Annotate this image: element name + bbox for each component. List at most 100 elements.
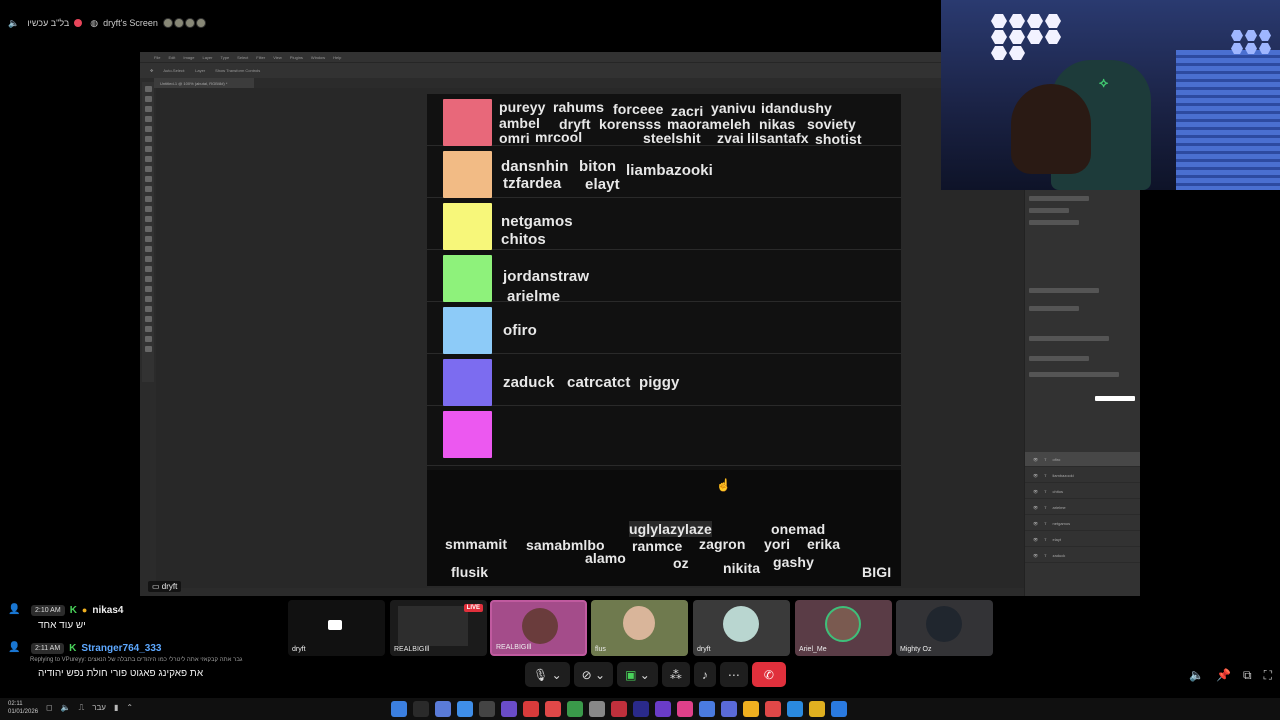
- taskbar-app-icon[interactable]: [391, 701, 407, 717]
- tier-row: zaduck catrcatct piggy: [427, 354, 901, 406]
- participant-tile[interactable]: flus: [591, 600, 688, 656]
- call-header: 🔈 בל"ב עכשיו ◍ dryft's Screen: [0, 0, 940, 46]
- ps-menu-item[interactable]: Filter: [256, 55, 265, 60]
- taskbar-app-icon[interactable]: [787, 701, 803, 717]
- layer-row[interactable]: 👁 Tofiro: [1025, 452, 1140, 467]
- speaker-icon[interactable]: 🔈: [8, 18, 19, 29]
- taskbar-app-icon[interactable]: [567, 701, 583, 717]
- tier-name: zvai: [717, 130, 744, 146]
- ps-menu-item[interactable]: Layer: [202, 55, 212, 60]
- participant-tile[interactable]: REALBIGIll: [490, 600, 587, 656]
- photoshop-toolbar: [142, 82, 154, 382]
- taskbar-app-icon[interactable]: [479, 701, 495, 717]
- camera-button[interactable]: ⊘ ⌄: [573, 662, 614, 687]
- notification-icon[interactable]: ◻: [46, 703, 53, 713]
- chat-username[interactable]: nikas4: [92, 605, 123, 616]
- visibility-icon[interactable]: 👁: [1033, 489, 1038, 494]
- taskbar-app-icon[interactable]: [677, 701, 693, 717]
- pool-name: BIGI: [862, 564, 892, 580]
- ps-menu-item[interactable]: View: [273, 55, 282, 60]
- reply-preview: Replying to VPureyy: גבר אתה קבקאזי אתה …: [30, 657, 243, 663]
- taskbar-app-icon[interactable]: [831, 701, 847, 717]
- more-icon: ⋯: [727, 667, 740, 682]
- channel-pill[interactable]: בל"ב עכשיו: [27, 18, 83, 28]
- more-button[interactable]: ⋯: [719, 662, 748, 687]
- ps-menu-item[interactable]: Select: [237, 55, 248, 60]
- volume-icon[interactable]: 🔈: [1189, 668, 1204, 683]
- disconnect-button[interactable]: ✆: [751, 662, 786, 687]
- tier-name: netgamos: [501, 213, 573, 230]
- webcam-feed[interactable]: ⟡: [941, 0, 1280, 190]
- ps-menu-item[interactable]: Edit: [168, 55, 175, 60]
- taskbar-app-icon[interactable]: [435, 701, 451, 717]
- layer-row[interactable]: 👁 Tnetgamos: [1025, 516, 1140, 531]
- visibility-icon[interactable]: 👁: [1033, 457, 1038, 462]
- taskbar-app-icon[interactable]: [699, 701, 715, 717]
- participant-tile[interactable]: Ariel_Me: [795, 600, 892, 656]
- layer-name: netgamos: [1052, 520, 1071, 526]
- visibility-icon[interactable]: 👁: [1033, 473, 1038, 478]
- taskbar-app-icon[interactable]: [743, 701, 759, 717]
- tier-name: biton: [579, 158, 617, 175]
- screen-icon: ◍: [90, 17, 99, 28]
- visibility-icon[interactable]: 👁: [1033, 553, 1038, 558]
- ps-menu-item[interactable]: Type: [221, 55, 230, 60]
- ps-menu-item[interactable]: File: [154, 55, 160, 60]
- layer-row[interactable]: 👁 Tarielme: [1025, 500, 1140, 515]
- pool-name: yori: [764, 536, 791, 552]
- participant-tile[interactable]: LIVE REALBIGIll: [390, 600, 487, 656]
- taskbar-app-icon[interactable]: [523, 701, 539, 717]
- language-indicator[interactable]: עבר: [92, 703, 106, 713]
- chat-username[interactable]: Stranger764_333: [81, 643, 161, 654]
- clock[interactable]: 02:11 01/01/2026: [8, 700, 38, 716]
- visibility-icon[interactable]: 👁: [1033, 537, 1038, 542]
- chevron-up-icon[interactable]: ⌃: [126, 703, 133, 713]
- taskbar-app-icon[interactable]: [501, 701, 517, 717]
- taskbar-app-icon[interactable]: [655, 701, 671, 717]
- taskbar-app-icon[interactable]: [765, 701, 781, 717]
- speaker-icon[interactable]: 🔈: [61, 703, 71, 713]
- taskbar-app-icon[interactable]: [457, 701, 473, 717]
- ps-menu-item[interactable]: Plugins: [290, 55, 303, 60]
- ps-menu-item[interactable]: Image: [183, 55, 194, 60]
- taskbar-app-icon[interactable]: [413, 701, 429, 717]
- taskbar-app-icon[interactable]: [589, 701, 605, 717]
- user-avatar-icon: 👤: [8, 642, 21, 653]
- participant-tile[interactable]: Mighty Oz: [896, 600, 993, 656]
- microphone-button[interactable]: 🎙 ⌄: [525, 662, 570, 687]
- ps-menu-item[interactable]: Help: [333, 55, 341, 60]
- popout-icon[interactable]: ⧉: [1243, 668, 1252, 683]
- pool-name: alamo: [585, 550, 626, 566]
- ps-menu-item[interactable]: Window: [311, 55, 325, 60]
- taskbar-app-icon[interactable]: [611, 701, 627, 717]
- visibility-icon[interactable]: 👁: [1033, 505, 1038, 510]
- pin-icon[interactable]: 📌: [1216, 668, 1231, 683]
- layer-row[interactable]: 👁 Telayt: [1025, 532, 1140, 547]
- taskbar-app-icon[interactable]: [633, 701, 649, 717]
- taskbar-app-icon[interactable]: [809, 701, 825, 717]
- taskbar-app-icon[interactable]: [721, 701, 737, 717]
- layer-row[interactable]: 👁 Tliambazooki: [1025, 468, 1140, 483]
- tier-name: shotist: [815, 131, 862, 147]
- screen-pill[interactable]: ◍ dryft's Screen: [90, 18, 206, 29]
- tile-label: REALBIGIll: [394, 646, 430, 653]
- network-icon[interactable]: ⎍: [79, 703, 85, 713]
- soundboard-button[interactable]: ♪: [693, 662, 716, 687]
- activities-button[interactable]: ⁂: [661, 662, 690, 687]
- taskbar-app-icon[interactable]: [545, 701, 561, 717]
- kick-badge-icon: K: [69, 604, 77, 616]
- fullscreen-icon[interactable]: ⛶: [1264, 668, 1272, 683]
- pool-name: erika: [807, 536, 841, 552]
- layer-row[interactable]: 👁 Tchitos: [1025, 484, 1140, 499]
- tier-name: forceee: [613, 101, 664, 117]
- viewer-avatars: [162, 18, 206, 28]
- battery-icon[interactable]: ▮: [114, 703, 118, 713]
- soundboard-icon: ♪: [701, 667, 708, 682]
- tier-name: rahums: [553, 99, 605, 115]
- participant-tile[interactable]: dryft: [288, 600, 385, 656]
- participant-tile[interactable]: dryft: [693, 600, 790, 656]
- visibility-icon[interactable]: 👁: [1033, 521, 1038, 526]
- channel-label: בל"ב עכשיו: [27, 18, 70, 28]
- layer-row[interactable]: 👁 Tzaduck: [1025, 548, 1140, 563]
- share-screen-button[interactable]: ▣ ⌄: [617, 662, 658, 687]
